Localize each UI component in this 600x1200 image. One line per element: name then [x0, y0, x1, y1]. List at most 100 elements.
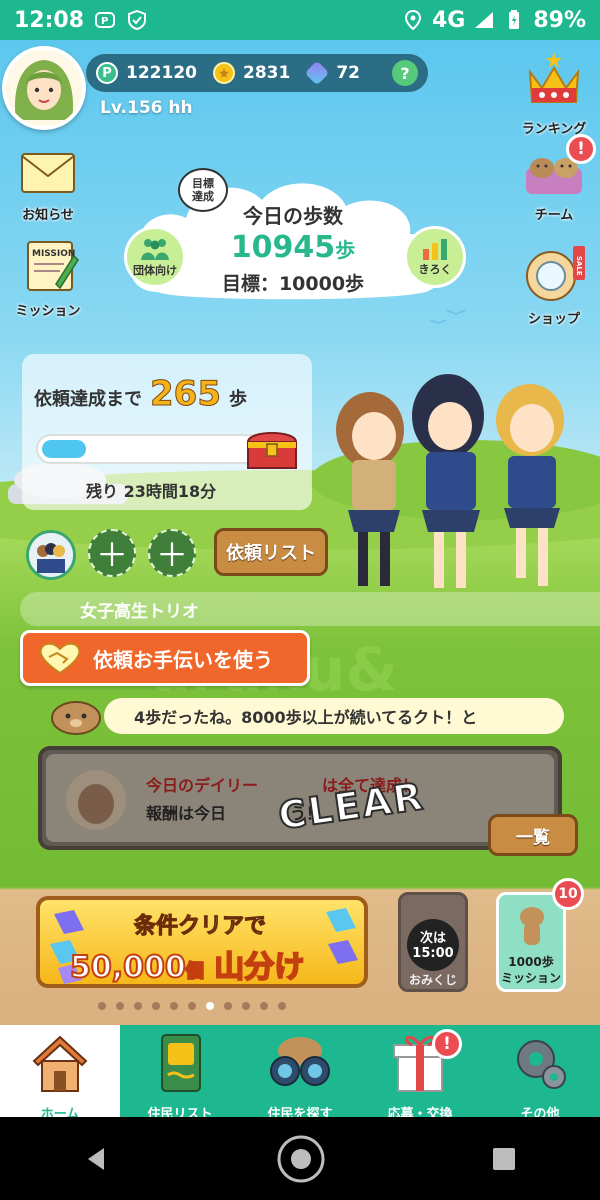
shop-button[interactable]: SALE ショップ — [512, 244, 596, 327]
carousel-dot[interactable] — [242, 1002, 250, 1010]
steps-count: 10945 — [230, 230, 336, 265]
omikuji-tile[interactable]: 次は 15:00 おみくじ — [398, 892, 468, 992]
team-alert-badge: ! — [566, 134, 596, 164]
mission-count-badge: 10 — [552, 878, 584, 910]
banner-amount-unit: 個 — [185, 960, 205, 983]
request-remaining-steps: 265 — [150, 374, 222, 415]
carousel-dot[interactable] — [206, 1002, 214, 1010]
carousel-dot[interactable] — [152, 1002, 160, 1010]
shop-label: ショップ — [527, 312, 580, 327]
request-prefix: 依頼達成まで — [34, 389, 142, 410]
carousel-dot[interactable] — [278, 1002, 286, 1010]
recents-icon[interactable] — [490, 1145, 518, 1173]
envelope-icon — [21, 153, 75, 193]
banner-amount-row: 50,000個 山分け — [69, 942, 305, 986]
shop-icon: SALE — [526, 246, 585, 301]
status-bar: 12:08 P 4G 89% — [0, 0, 600, 40]
location-icon — [402, 9, 424, 31]
omikuji-time: 15:00 — [412, 946, 454, 961]
time-remaining: 残り 23時間18分 — [86, 482, 217, 501]
daily-mission-panel[interactable]: 今日のデイリー は全て達成！ 報酬は今日 う！ CLEAR — [38, 746, 562, 850]
player-level: Lv.156 hh — [100, 98, 193, 118]
nav-find-residents[interactable]: 住民を探す — [240, 1025, 360, 1122]
request-unit: 歩 — [228, 389, 247, 410]
shield-icon — [126, 9, 148, 31]
book-icon — [161, 1034, 201, 1092]
request-list-button[interactable]: 依頼リスト — [214, 528, 328, 576]
banner-split: 山分け — [213, 949, 305, 986]
nav-home[interactable]: ホーム — [0, 1025, 120, 1122]
treasure-chest-icon — [246, 432, 298, 469]
bottom-nav: ホーム 住民リスト 住民を探す 応募・交換 ! その他 — [0, 1025, 600, 1122]
add-member-slot-1[interactable]: ＋ — [88, 529, 136, 577]
home-circle-icon[interactable] — [275, 1133, 327, 1185]
omikuji-label: おみくじ — [408, 973, 457, 987]
bubble-text: 目標 達成 — [192, 177, 214, 203]
request-progress-fill — [42, 440, 86, 458]
team-member-avatar[interactable] — [26, 530, 76, 580]
thousand-step-line1: 1000歩 — [508, 955, 554, 969]
news-button[interactable]: お知らせ — [6, 148, 90, 223]
team-button[interactable]: チーム — [512, 154, 596, 223]
points-value: 122120 — [126, 63, 197, 83]
daily-list-button[interactable]: 一覧 — [488, 814, 578, 856]
gem-icon — [304, 60, 330, 86]
group-name: 女子高生トリオ — [20, 592, 600, 626]
crown-icon — [528, 52, 580, 103]
back-icon[interactable] — [82, 1144, 112, 1174]
carousel-dot[interactable] — [188, 1002, 196, 1010]
clock: 12:08 — [14, 7, 85, 33]
avatar[interactable] — [2, 46, 86, 130]
mascot-standing-icon — [520, 907, 544, 945]
group-steps-button[interactable]: 団体向け — [124, 226, 186, 288]
record-label: きろく — [418, 263, 452, 276]
banner-condition: 条件クリアで — [133, 914, 267, 940]
gem-pile-right-icon — [326, 908, 358, 964]
request-text: 依頼達成まで 265 歩 — [34, 374, 247, 415]
use-help-button[interactable]: 依頼お手伝いを使う — [20, 630, 310, 686]
coin-icon — [212, 62, 235, 84]
group-label: 団体向け — [133, 264, 177, 277]
point-icon: P — [96, 62, 118, 84]
carousel-dot[interactable] — [170, 1002, 178, 1010]
nav-other[interactable]: その他 — [480, 1025, 600, 1122]
home-screen: aruku& P 122120 2831 72 ? Lv.156 hh お知らせ — [0, 40, 600, 1025]
carousel-dot[interactable] — [224, 1002, 232, 1010]
add-member-slot-2[interactable]: ＋ — [148, 529, 196, 577]
battery-icon — [503, 9, 525, 31]
system-nav-bar — [0, 1117, 600, 1200]
ranking-button[interactable]: ランキング — [512, 48, 596, 137]
daily-character-icon — [66, 770, 126, 830]
nav-resident-list[interactable]: 住民リスト — [120, 1025, 240, 1122]
carousel-dot[interactable] — [116, 1002, 124, 1010]
mascot-icon — [51, 701, 101, 735]
record-button[interactable]: きろく — [404, 226, 466, 288]
resource-bar: P 122120 2831 72 ? — [86, 54, 428, 92]
house-icon — [32, 1035, 88, 1092]
group-icon — [141, 239, 169, 260]
event-banner[interactable]: 条件クリアで 50,000個 山分け — [36, 896, 368, 988]
sale-tag-text: SALE — [575, 256, 583, 276]
omikuji-next: 次は — [419, 931, 446, 946]
mission-button[interactable]: MISSION ミッション — [6, 238, 90, 319]
bar-chart-icon — [423, 239, 447, 260]
network-type: 4G — [431, 7, 466, 33]
carousel-dot[interactable] — [260, 1002, 268, 1010]
mascot-message: 4歩だったね。8000歩以上が続いてるクト！と — [104, 698, 564, 734]
nav-apply-exchange[interactable]: 応募・交換 ! — [360, 1025, 480, 1122]
gems-value: 72 — [336, 63, 360, 83]
banner-amount: 50,000 — [69, 949, 187, 986]
carousel-dot[interactable] — [134, 1002, 142, 1010]
girls-character-illustration — [336, 374, 564, 588]
help-icon[interactable]: ? — [392, 60, 418, 86]
thousand-step-line2: ミッション — [500, 971, 561, 985]
mission-label: ミッション — [15, 304, 81, 319]
use-help-label: 依頼お手伝いを使う — [93, 647, 273, 672]
steps-unit: 歩 — [335, 238, 356, 262]
carousel-dot[interactable] — [98, 1002, 106, 1010]
battery-level: 89% — [533, 7, 586, 33]
thousand-step-mission-tile[interactable]: 1000歩 ミッション — [496, 892, 566, 992]
mission-icon-text: MISSION — [32, 249, 75, 259]
heart-handshake-icon — [39, 642, 81, 675]
news-label: お知らせ — [22, 208, 74, 223]
